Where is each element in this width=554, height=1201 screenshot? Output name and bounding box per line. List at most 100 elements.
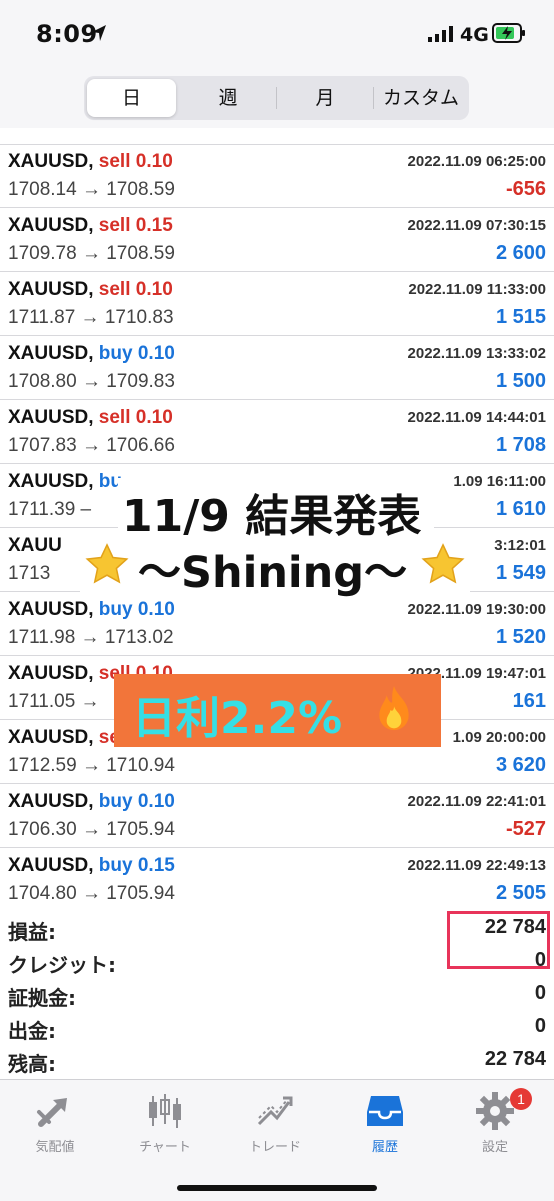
period-selector-bar: 日 週 月 カスタム xyxy=(0,70,554,128)
tab-custom[interactable]: カスタム xyxy=(375,79,467,117)
cell-signal-icon xyxy=(428,26,453,42)
trade-prices: 1704.80 → 1705.94 xyxy=(8,883,175,904)
tab-month[interactable]: 月 xyxy=(278,79,372,117)
period-segmented-control: 日 週 月 カスタム xyxy=(84,76,469,120)
history-inbox-icon xyxy=(367,1096,403,1126)
trade-datetime: 2022.11.09 06:25:00 xyxy=(407,153,546,170)
network-type: 4G xyxy=(460,24,489,46)
trade-row[interactable]: XAUUSD, buy 0.10 2022.11.09 19:30:00 1711.… xyxy=(0,592,554,656)
summary-value: 0 xyxy=(534,1015,546,1037)
trade-prices: 1713 xyxy=(8,563,51,584)
bottom-tab-label: 履歴 xyxy=(371,1140,398,1155)
home-indicator xyxy=(177,1185,377,1191)
battery-charging-icon xyxy=(492,23,525,43)
tab-week[interactable]: 週 xyxy=(182,79,274,117)
trade-side: sell xyxy=(98,407,131,428)
trade-datetime: 2022.11.09 13:33:02 xyxy=(407,345,546,362)
trade-datetime: 2022.11.09 22:41:01 xyxy=(407,793,546,810)
trade-row[interactable]: XAUUSD, sell 0.10 2022.11.09 06:25:00 1708… xyxy=(0,144,554,208)
trade-symbol: XAUUSD, sell 0.10 xyxy=(8,407,173,429)
trade-side: buy xyxy=(98,855,133,876)
summary-label: 残高: xyxy=(8,1052,56,1076)
trade-profit: 1 500 xyxy=(495,370,546,392)
segment-divider xyxy=(276,87,277,109)
trade-volume: 0.10 xyxy=(135,407,173,428)
bottom-tab-settings[interactable]: 1 設定 xyxy=(440,1088,550,1155)
quotes-arrows-icon xyxy=(37,1098,67,1127)
trade-profit: -527 xyxy=(505,818,546,840)
trade-row[interactable]: XAUUSD, sell 0.10 2022.11.09 11:33:00 1711… xyxy=(0,272,554,336)
trade-datetime: 3:12:01 xyxy=(494,537,546,554)
bottom-tab-label: トレード xyxy=(248,1140,301,1155)
symbol-name: XAUUSD, xyxy=(8,279,94,300)
trade-row[interactable]: XAUUSD, buy 0.10 2022.11.09 22:41:01 1706.… xyxy=(0,784,554,848)
tab-day[interactable]: 日 xyxy=(87,79,176,117)
trade-profit: 1 515 xyxy=(495,306,546,328)
trade-prices: 1711.87 → 1710.83 xyxy=(8,307,174,328)
trade-side: sell xyxy=(98,215,131,236)
summary-value: 22 784 xyxy=(484,1048,546,1070)
trade-row[interactable]: XAUUSD, buy 0.15 2022.11.09 22:49:13 1704.… xyxy=(0,848,554,910)
bottom-tab-history[interactable]: 履歴 xyxy=(330,1092,440,1155)
notification-badge: 1 xyxy=(510,1088,532,1110)
summary-label: 損益: xyxy=(8,920,56,944)
symbol-name: XAUUSD, xyxy=(8,215,94,236)
trade-row[interactable]: XAUUSD, sell 0.10 2022.11.09 14:44:01 1707… xyxy=(0,400,554,464)
symbol-name: XAUUSD, xyxy=(8,791,94,812)
symbol-name: XAUUSD, xyxy=(8,407,94,428)
trade-prices: 1711.98 → 1713.02 xyxy=(8,627,174,648)
trade-volume: 0.10 xyxy=(137,791,175,812)
trade-symbol: XAUUSD, sell 0.15 xyxy=(8,215,173,237)
trade-row-partial[interactable] xyxy=(0,128,554,145)
trade-symbol: XAUUSD, bu xyxy=(8,471,122,493)
summary-label: 証拠金: xyxy=(8,986,76,1010)
trade-profit: 3 620 xyxy=(495,754,546,776)
overlay-subtitle-banner: 〜Shining〜 xyxy=(80,536,470,598)
trade-trend-icon xyxy=(257,1096,293,1126)
daily-return-badge: 日利2.2% xyxy=(114,674,441,747)
trade-volume: 0.10 xyxy=(135,279,173,300)
settings-gear-icon xyxy=(476,1092,514,1130)
overlay-title-banner: 11/9 結果発表 xyxy=(118,478,434,542)
symbol-name: XAUUSD, xyxy=(8,599,94,620)
trade-prices: 1711.05 → xyxy=(8,691,100,712)
summary-label: クレジット: xyxy=(8,953,116,977)
trade-datetime: 2022.11.09 07:30:15 xyxy=(407,217,546,234)
trade-symbol: XAUUSD, se xyxy=(8,727,120,749)
trade-volume: 0.10 xyxy=(137,343,175,364)
trade-side: sell xyxy=(98,279,131,300)
trade-prices: 1707.83 → 1706.66 xyxy=(8,435,175,456)
symbol-name: XAUUSD, xyxy=(8,855,94,876)
trade-datetime: 2022.11.09 11:33:00 xyxy=(408,281,546,298)
bottom-tab-bar: 気配値 チャート トレード 履歴 1 設定 xyxy=(0,1079,554,1201)
trade-prices: 1708.80 → 1709.83 xyxy=(8,371,175,392)
status-time: 8:09 xyxy=(36,20,98,48)
summary-margin: 証拠金: 0 xyxy=(0,978,554,1012)
bottom-tab-trade[interactable]: トレード xyxy=(220,1092,330,1155)
trade-profit: 1 708 xyxy=(495,434,546,456)
bottom-tab-chart[interactable]: チャート xyxy=(110,1092,220,1155)
trade-volume: 0.10 xyxy=(137,599,175,620)
trade-symbol: XAUUSD, sell 0.10 xyxy=(8,151,173,173)
trade-profit: 161 xyxy=(512,690,546,712)
overlay-subtitle: 〜Shining〜 xyxy=(138,548,408,598)
trade-volume: 0.10 xyxy=(135,151,173,172)
trade-profit: 2 600 xyxy=(495,242,546,264)
trade-profit: 2 505 xyxy=(495,882,546,904)
trade-profit: -656 xyxy=(505,178,546,200)
trade-side: buy xyxy=(98,343,133,364)
trade-row[interactable]: XAUUSD, buy 0.10 2022.11.09 13:33:02 1708.… xyxy=(0,336,554,400)
trade-side: sell xyxy=(98,151,131,172)
trade-symbol: XAUUSD, sell 0.10 xyxy=(8,279,173,301)
symbol-name: XAUUSD, xyxy=(8,343,94,364)
trade-prices: 1706.30 → 1705.94 xyxy=(8,819,175,840)
symbol-name: XAUUSD, xyxy=(8,151,94,172)
trade-datetime: 2022.11.09 19:30:00 xyxy=(407,601,546,618)
trade-prices: 1709.78 → 1708.59 xyxy=(8,243,175,264)
summary-balance: 残高: 22 784 xyxy=(0,1044,554,1078)
trade-datetime: 2022.11.09 14:44:01 xyxy=(407,409,546,426)
bottom-tab-label: 気配値 xyxy=(35,1140,75,1155)
trade-row[interactable]: XAUUSD, sell 0.15 2022.11.09 07:30:15 1709… xyxy=(0,208,554,272)
bottom-tab-quotes[interactable]: 気配値 xyxy=(0,1092,110,1155)
star-icon xyxy=(421,543,465,584)
